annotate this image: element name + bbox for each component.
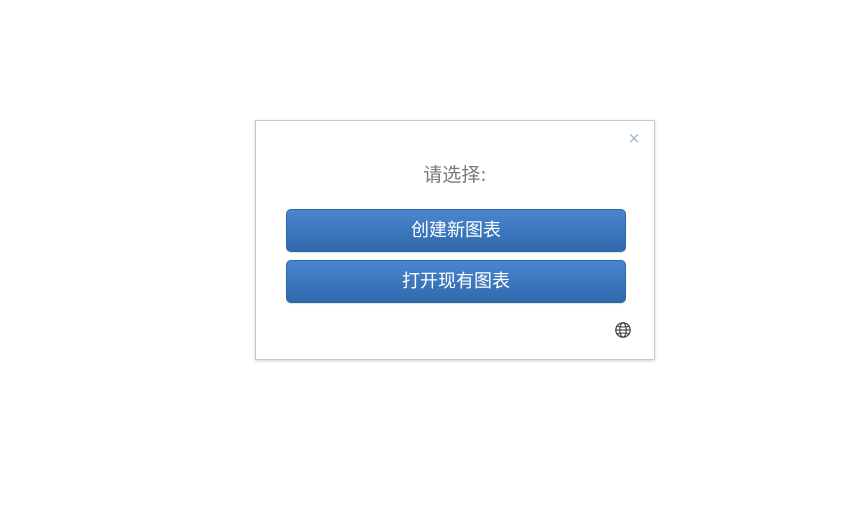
close-icon[interactable]: × [627,130,641,146]
open-existing-chart-button[interactable]: 打开现有图表 [286,260,626,303]
globe-icon[interactable] [614,321,632,339]
choice-dialog: × 请选择: 创建新图表 打开现有图表 [255,120,655,360]
create-new-chart-button[interactable]: 创建新图表 [286,209,626,252]
page: × 请选择: 创建新图表 打开现有图表 [0,0,842,511]
dialog-title: 请选择: [423,164,487,186]
